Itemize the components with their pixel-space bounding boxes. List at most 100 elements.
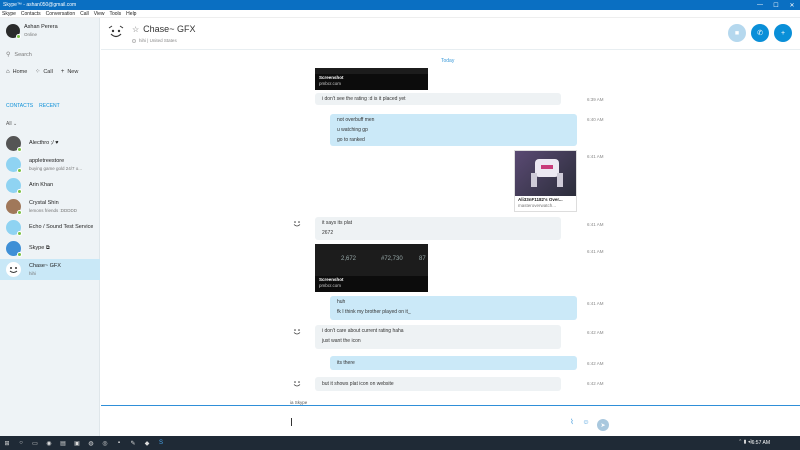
steam-icon[interactable]: ◎ — [98, 436, 112, 450]
message-line: u watching gp — [337, 127, 368, 133]
taskbar: ⊞ ○ ▭ ◉ ▤ ▣ ◍ ◎ ▪ ✎ ◆ S ⌃ ▮ ◂) 6:57 AM — [0, 436, 800, 450]
minimize-button[interactable]: — — [752, 2, 768, 8]
video-camera-icon: ■ — [734, 29, 740, 37]
message-composer[interactable]: ia Skype ⌇ ☺ ➤ — [101, 400, 800, 436]
audio-call-button[interactable]: ✆ — [751, 24, 769, 42]
message-time: 6:41 AM — [587, 249, 604, 254]
home-icon: ⌂ — [6, 68, 10, 75]
smiley-avatar-icon[interactable] — [107, 23, 125, 41]
stat-level: 87 — [419, 256, 426, 262]
smiley-avatar-icon — [9, 267, 18, 273]
taskbar-clock[interactable]: 6:57 AM — [752, 440, 770, 446]
message-time: 6:41 AM — [587, 222, 604, 227]
contact-name: Chase~ GFX — [143, 24, 196, 34]
avatar — [6, 178, 22, 194]
contact-item-chase-gfx[interactable]: Chase~ GFX hihi — [0, 259, 100, 280]
search-icon[interactable]: ○ — [14, 436, 28, 450]
text-caret — [291, 418, 292, 426]
contact-item-appletreestore[interactable]: appletreestore buying game gold 24/7 o..… — [0, 154, 100, 175]
card-source: pmbcr.com — [319, 283, 342, 288]
card-source: masteroverwatch... — [518, 203, 557, 208]
contact-item-arin-khan[interactable]: Arin Khan — [0, 175, 100, 196]
tab-recent[interactable]: RECENT — [39, 103, 60, 109]
contact-item-skype[interactable]: Skype ⧉ — [0, 238, 100, 259]
screenshot-card[interactable]: 2,672 #72,730 87 Screenshot pmbcr.com — [315, 244, 428, 292]
avatar — [6, 262, 21, 277]
contact-list: Alecthro ;/ ♥ appletreestore buying game… — [0, 133, 100, 280]
contact-name: Skype ⧉ — [29, 245, 50, 251]
menu-help[interactable]: Help — [126, 11, 136, 17]
browser-icon[interactable]: ◉ — [42, 436, 56, 450]
store-icon[interactable]: ▣ — [70, 436, 84, 450]
message-bubble: not overbuff men u watching gp go to ran… — [330, 114, 577, 146]
smiley-avatar-icon — [293, 221, 301, 227]
menu-contacts[interactable]: Contacts — [21, 11, 41, 17]
photoshop-icon[interactable]: ▪ — [112, 436, 126, 450]
presence-offline-icon — [132, 38, 136, 43]
screenshot-card[interactable]: Screenshot pmbcr.com — [315, 68, 428, 90]
message-time: 6:41 AM — [587, 154, 604, 159]
maximize-button[interactable]: ☐ — [768, 2, 784, 9]
message-line: go to ranked — [337, 137, 365, 143]
plus-icon: + — [60, 68, 65, 75]
tab-contacts[interactable]: CONTACTS — [6, 103, 33, 109]
call-button[interactable]: ⁘ Call — [35, 68, 53, 76]
attach-icon[interactable]: ⌇ — [568, 418, 576, 426]
contact-filter[interactable]: All ⌄ — [6, 121, 17, 127]
dialpad-icon: ⁘ — [35, 69, 41, 75]
profile[interactable]: Ashan Perera Online — [6, 24, 58, 39]
send-button[interactable]: ➤ — [597, 419, 609, 431]
message-line: not overbuff men — [337, 117, 375, 123]
presence-online-icon — [17, 147, 22, 152]
add-people-button[interactable]: + — [774, 24, 792, 42]
contact-name: appletreestore — [29, 157, 65, 164]
contact-item-crystal-shin[interactable]: Crystal Shin lemons friends :DDDDD — [0, 196, 100, 217]
phone-icon: ✆ — [757, 30, 763, 37]
message-bubble: i don't care about current rating haha j… — [315, 325, 561, 349]
new-button[interactable]: + New — [61, 69, 79, 75]
message-bubble: it says its plat 2672 — [315, 217, 561, 240]
link-preview-card[interactable]: Ali33nF1182's Over... masteroverwatch... — [514, 150, 577, 212]
message-time: 6:42 AM — [587, 330, 604, 335]
menu-bar: Skype Contacts Conversation Call View To… — [0, 10, 800, 18]
favorite-star-icon[interactable]: ☆ — [132, 25, 139, 34]
menu-skype[interactable]: Skype — [2, 11, 16, 17]
presence-online-icon — [16, 34, 21, 39]
menu-call[interactable]: Call — [80, 11, 89, 17]
emoticon-icon[interactable]: ☺ — [582, 418, 590, 426]
close-button[interactable]: ✕ — [784, 2, 800, 9]
folder-icon[interactable]: ▤ — [56, 436, 70, 450]
conversation-header: ☆ Chase~ GFX hihi | United States ■ ✆ + — [101, 18, 800, 50]
message-line: it says its plat — [322, 220, 353, 226]
contact-tabs: CONTACTS RECENT — [6, 103, 66, 109]
contact-name: Arin Khan — [29, 182, 54, 188]
menu-view[interactable]: View — [94, 11, 105, 17]
contact-item-alecthro[interactable]: Alecthro ;/ ♥ — [0, 133, 100, 154]
message-bubble: i don't see the rating :d is it placed y… — [315, 93, 561, 105]
message-bubble: but it shows plat icon on website — [315, 377, 561, 391]
add-person-icon: + — [780, 29, 786, 37]
app-icon[interactable]: ◍ — [84, 436, 98, 450]
message-bubble: its there — [330, 356, 577, 370]
task-view-icon[interactable]: ▭ — [28, 436, 42, 450]
avatar — [6, 199, 22, 215]
search-box[interactable]: ⚲ Search — [6, 51, 94, 59]
stat-rank: #72,730 — [381, 256, 403, 262]
game-icon[interactable]: ◆ — [140, 436, 154, 450]
send-arrow-icon: ➤ — [600, 422, 606, 429]
contact-item-echo[interactable]: Echo / Sound Test Service — [0, 217, 100, 238]
message-line: huh — [337, 299, 346, 305]
skype-taskbar-icon[interactable]: S — [154, 436, 168, 450]
avatar — [6, 157, 22, 173]
menu-conversation[interactable]: Conversation — [46, 11, 75, 17]
contact-mood: lemons friends :DDDDD — [29, 207, 78, 213]
search-input[interactable]: Search — [14, 52, 31, 58]
video-call-button[interactable]: ■ — [728, 24, 746, 42]
system-tray[interactable]: ⌃ ▮ ◂) — [738, 439, 752, 445]
windows-start-icon[interactable]: ⊞ — [0, 436, 14, 450]
profile-status: Online — [24, 32, 38, 37]
home-button[interactable]: ⌂ Home — [6, 69, 27, 75]
app-icon[interactable]: ✎ — [126, 436, 140, 450]
contact-name: Chase~ GFX — [29, 262, 61, 269]
menu-tools[interactable]: Tools — [109, 11, 121, 17]
